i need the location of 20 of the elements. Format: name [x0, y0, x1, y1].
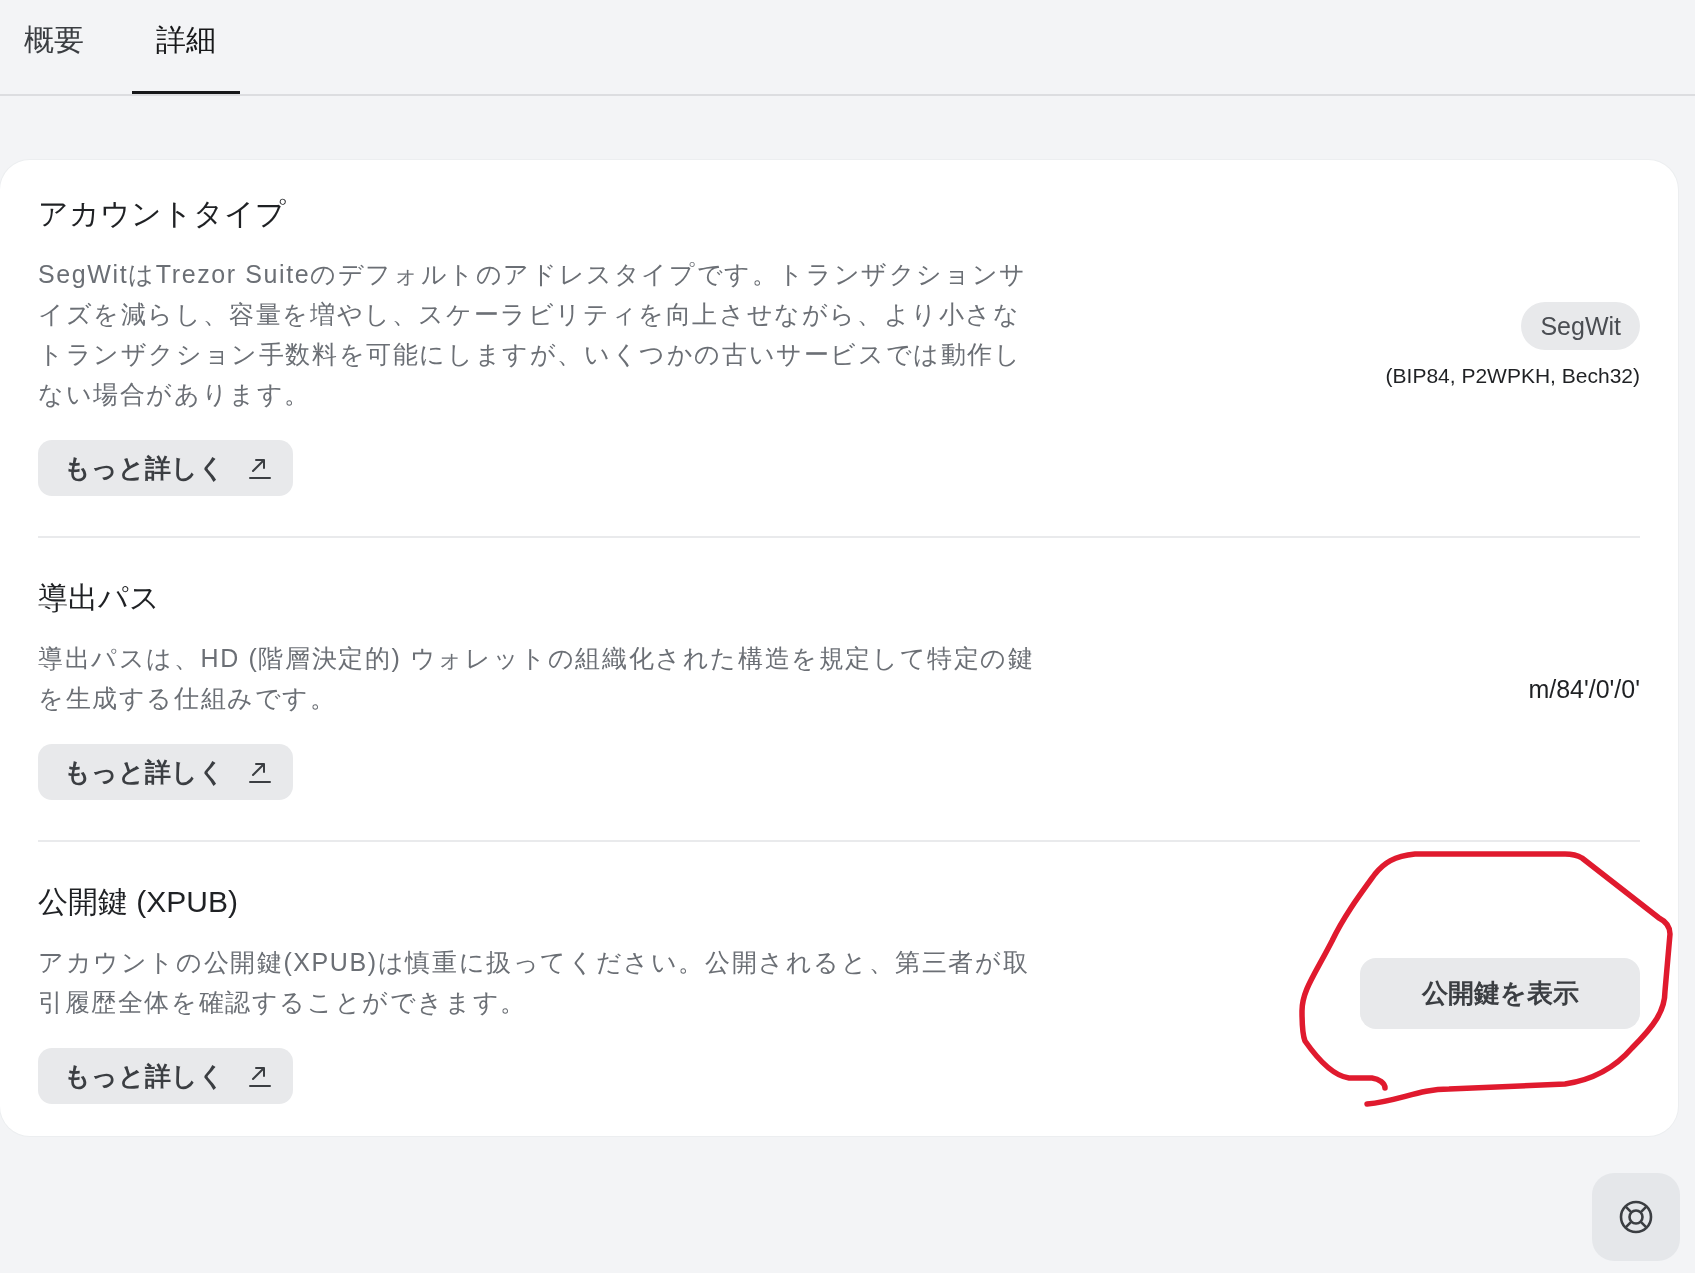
address-type-detail: (BIP84, P2WPKH, Bech32): [1385, 364, 1640, 388]
help-button[interactable]: [1592, 1173, 1680, 1261]
learn-more-link[interactable]: もっと詳しく: [38, 440, 293, 496]
derivation-path-value: m/84'/0'/0': [1528, 674, 1640, 704]
section-description: 導出パスは、HD (階層決定的) ウォレットの組織化された構造を規定して特定の鍵を生成する仕組みです。: [38, 643, 1036, 714]
external-link-icon: [249, 761, 271, 783]
show-public-key-button[interactable]: 公開鍵を表示: [1360, 957, 1640, 1029]
external-link-icon: [249, 1065, 271, 1087]
section-description: SegWitはTrezor Suiteのデフォルトのアドレスタイプです。トランザクションサイズを減らし、容量を増やし、スケーラビリティを向上させながら、より小さなトランザクション手数料を可能にしますが、いくつかの古いサービスでは動作しない場合があります。: [38, 259, 1028, 410]
tab[interactable]: 概要: [0, 0, 108, 94]
learn-more-link[interactable]: もっと詳しく: [38, 744, 293, 800]
account-type-badge: SegWit: [1521, 302, 1640, 350]
learn-more-link[interactable]: もっと詳しく: [38, 1048, 293, 1104]
section-description: アカウントの公開鍵(XPUB)は慎重に扱ってください。公開されると、第三者が取引履歴全体を確認することができます。: [38, 947, 1031, 1018]
lifebuoy-icon: [1619, 1200, 1653, 1234]
section-title: アカウントタイプ: [38, 196, 286, 232]
external-link-icon: [249, 457, 271, 479]
section-title: 導出パス: [38, 580, 160, 616]
tab[interactable]: 詳細: [132, 0, 240, 94]
section-title: 公開鍵 (XPUB): [38, 884, 238, 920]
